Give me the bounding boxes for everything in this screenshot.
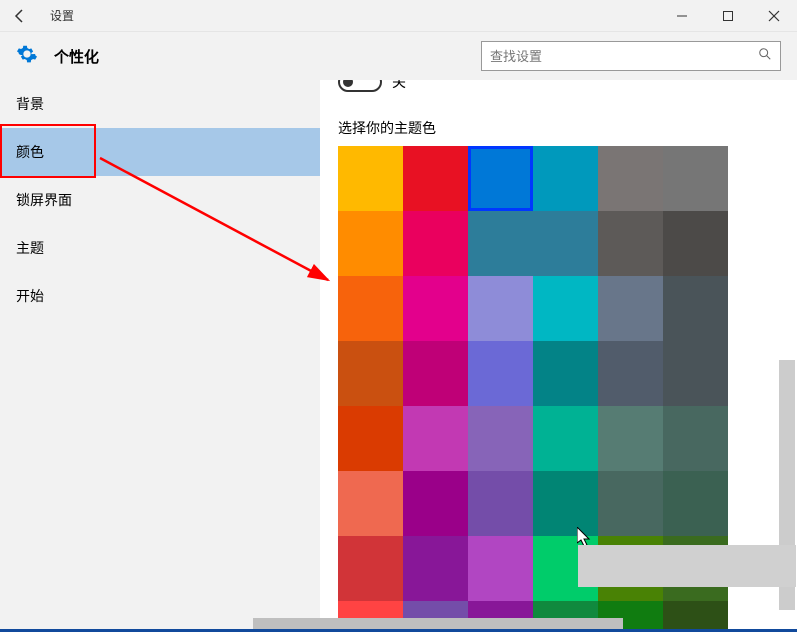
- sidebar: 背景 颜色 锁屏界面 主题 开始: [0, 80, 320, 632]
- color-swatch[interactable]: [468, 146, 533, 211]
- search-box[interactable]: [481, 41, 781, 71]
- maximize-icon: [722, 10, 734, 22]
- color-swatch[interactable]: [663, 211, 728, 276]
- color-swatch[interactable]: [598, 406, 663, 471]
- color-swatch[interactable]: [598, 146, 663, 211]
- color-swatch[interactable]: [403, 341, 468, 406]
- search-icon: [758, 47, 772, 66]
- header: 个性化: [0, 32, 797, 80]
- color-swatch[interactable]: [598, 276, 663, 341]
- color-swatch[interactable]: [533, 211, 598, 276]
- sidebar-item-background[interactable]: 背景: [0, 80, 320, 128]
- close-icon: [768, 10, 780, 22]
- window-title: 设置: [50, 7, 74, 24]
- back-button[interactable]: [0, 0, 40, 32]
- color-swatch[interactable]: [468, 211, 533, 276]
- window-controls: [659, 0, 797, 32]
- sidebar-item-start[interactable]: 开始: [0, 272, 320, 320]
- color-swatch[interactable]: [403, 406, 468, 471]
- sidebar-item-themes[interactable]: 主题: [0, 224, 320, 272]
- color-swatch[interactable]: [663, 341, 728, 406]
- color-swatch[interactable]: [598, 471, 663, 536]
- close-button[interactable]: [751, 0, 797, 32]
- sidebar-item-label: 主题: [16, 238, 44, 258]
- color-swatch[interactable]: [533, 146, 598, 211]
- color-swatch[interactable]: [338, 146, 403, 211]
- color-swatch[interactable]: [468, 471, 533, 536]
- titlebar: 设置: [0, 0, 797, 32]
- sidebar-item-label: 颜色: [16, 142, 44, 162]
- gear-icon: [16, 43, 38, 70]
- color-swatch[interactable]: [598, 341, 663, 406]
- color-swatch[interactable]: [663, 276, 728, 341]
- sidebar-item-lockscreen[interactable]: 锁屏界面: [0, 176, 320, 224]
- color-swatch[interactable]: [403, 276, 468, 341]
- color-swatch[interactable]: [663, 146, 728, 211]
- color-swatch[interactable]: [403, 146, 468, 211]
- color-swatch[interactable]: [403, 211, 468, 276]
- toggle-pill-icon: [338, 80, 382, 92]
- color-swatch[interactable]: [338, 406, 403, 471]
- color-swatch[interactable]: [533, 406, 598, 471]
- color-swatch[interactable]: [338, 341, 403, 406]
- color-swatch[interactable]: [598, 211, 663, 276]
- color-swatch[interactable]: [468, 406, 533, 471]
- color-swatch[interactable]: [403, 471, 468, 536]
- sidebar-item-label: 锁屏界面: [16, 190, 72, 210]
- color-swatch[interactable]: [468, 341, 533, 406]
- maximize-button[interactable]: [705, 0, 751, 32]
- sidebar-item-colors[interactable]: 颜色: [0, 128, 320, 176]
- color-swatch[interactable]: [403, 536, 468, 601]
- color-swatch[interactable]: [338, 471, 403, 536]
- color-swatch[interactable]: [663, 471, 728, 536]
- color-swatch[interactable]: [338, 276, 403, 341]
- toggle-switch[interactable]: 关: [338, 80, 406, 92]
- sidebar-item-label: 背景: [16, 94, 44, 114]
- color-swatch[interactable]: [338, 536, 403, 601]
- color-swatch[interactable]: [663, 601, 728, 632]
- color-swatch[interactable]: [533, 341, 598, 406]
- color-swatch[interactable]: [533, 276, 598, 341]
- color-swatch[interactable]: [663, 406, 728, 471]
- page-title: 个性化: [54, 46, 99, 67]
- minimize-icon: [676, 10, 688, 22]
- accent-color-label: 选择你的主题色: [338, 118, 797, 138]
- search-input[interactable]: [490, 49, 758, 64]
- sidebar-item-label: 开始: [16, 286, 44, 306]
- color-swatch[interactable]: [468, 536, 533, 601]
- color-swatch[interactable]: [338, 211, 403, 276]
- gray-overlay-bar: [578, 545, 796, 587]
- back-arrow-icon: [12, 8, 28, 24]
- color-swatch[interactable]: [468, 276, 533, 341]
- toggle-label: 关: [392, 80, 406, 92]
- minimize-button[interactable]: [659, 0, 705, 32]
